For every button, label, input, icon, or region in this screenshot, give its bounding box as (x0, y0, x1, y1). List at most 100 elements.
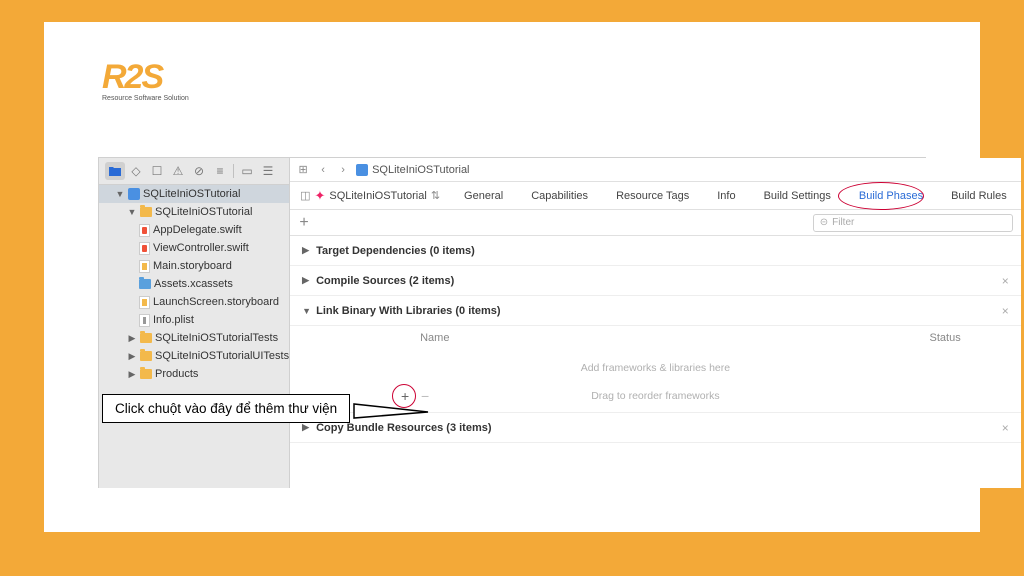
tree-file[interactable]: Info.plist (99, 311, 289, 329)
tree-label: Info.plist (153, 314, 194, 326)
tab-build-rules[interactable]: Build Rules (937, 182, 1021, 210)
chevron-updown-icon: ⇅ (431, 189, 440, 202)
tree-label: SQLiteIniOSTutorialTests (155, 332, 278, 344)
tree-group[interactable]: ▶ SQLiteIniOSTutorialTests (99, 329, 289, 347)
source-control-icon[interactable]: ◇ (126, 162, 146, 180)
add-library-button[interactable]: + (396, 388, 414, 404)
libraries-header: Name Status (290, 326, 1021, 350)
project-navigator: ◇ ☐ ⚠ ⊘ ≡ ▭ ☰ ▼ SQLiteIniOSTutorial ▼ SQLi… (99, 158, 290, 488)
tree-file[interactable]: Main.storyboard (99, 257, 289, 275)
tab-label: Build Phases (859, 190, 923, 202)
swift-file-icon (139, 242, 150, 255)
phase-label: Compile Sources (2 items) (316, 275, 454, 287)
callout-pointer (354, 404, 429, 418)
filter-placeholder: Filter (832, 217, 854, 228)
debug-nav-icon[interactable]: ▭ (237, 162, 257, 180)
navigator-toolbar: ◇ ☐ ⚠ ⊘ ≡ ▭ ☰ (99, 158, 289, 185)
tree-label: SQLiteIniOSTutorial (155, 206, 252, 218)
tree-group[interactable]: ▶ SQLiteIniOSTutorialUITests (99, 347, 289, 365)
disclosure-icon: ▼ (127, 207, 137, 217)
storyboard-icon (139, 260, 150, 273)
tree-label: SQLiteIniOSTutorialUITests (155, 350, 289, 362)
tree-file[interactable]: ViewController.swift (99, 239, 289, 257)
disclosure-icon: ▶ (127, 369, 137, 380)
remove-phase-icon[interactable]: × (1002, 274, 1009, 288)
storyboard-icon (139, 296, 150, 309)
remove-phase-icon[interactable]: × (1002, 421, 1009, 435)
disclosure-icon: ▶ (127, 351, 137, 362)
breadcrumb-item[interactable]: SQLiteIniOSTutorial (356, 164, 469, 176)
report-nav-icon[interactable]: ☰ (258, 162, 278, 180)
disclosure-icon: ▼ (302, 306, 316, 316)
disclosure-icon: ▶ (127, 333, 137, 344)
tree-file[interactable]: Assets.xcassets (99, 275, 289, 293)
tab-info[interactable]: Info (703, 182, 749, 210)
tree-label: ViewController.swift (153, 242, 249, 254)
symbol-nav-icon[interactable]: ☐ (147, 162, 167, 180)
tree-label: Main.storyboard (153, 260, 232, 272)
column-status: Status (930, 332, 961, 344)
tree-label: Products (155, 368, 198, 380)
tab-label: Build Rules (951, 190, 1007, 202)
related-items-icon[interactable]: ⊞ (296, 163, 310, 176)
link-binary-body: Name Status Add frameworks & libraries h… (290, 326, 1021, 413)
phase-label: Target Dependencies (0 items) (316, 245, 475, 257)
disclosure-icon: ▶ (302, 275, 316, 286)
tree-label: AppDelegate.swift (153, 224, 242, 236)
toolbar-separator (233, 164, 234, 178)
forward-icon[interactable]: › (336, 164, 350, 176)
tree-label: LaunchScreen.storyboard (153, 296, 279, 308)
logo-subtitle: Resource Software Solution (102, 95, 189, 102)
tab-label: Build Settings (764, 190, 831, 202)
tree-label: SQLiteIniOSTutorial (143, 188, 240, 200)
r2s-logo: R2S Resource Software Solution (102, 58, 189, 102)
phase-filter-bar: + ⊝ Filter (290, 210, 1021, 236)
plist-icon (139, 314, 150, 327)
project-tabs: ◫ ✦ SQLiteIniOSTutorial ⇅ General Capabi… (290, 182, 1021, 210)
target-selector[interactable]: ◫ ✦ SQLiteIniOSTutorial ⇅ (290, 188, 450, 204)
remove-library-button[interactable]: − (416, 388, 434, 404)
targets-toggle-icon: ◫ (300, 189, 310, 202)
breadcrumb: ⊞ ‹ › SQLiteIniOSTutorial (290, 158, 1021, 182)
disclosure-icon: ▶ (302, 245, 316, 256)
folder-nav-icon[interactable] (105, 162, 125, 180)
tab-build-phases[interactable]: Build Phases (845, 182, 937, 210)
editor-area: ⊞ ‹ › SQLiteIniOSTutorial ◫ ✦ SQLiteIniO… (290, 158, 1021, 488)
logo-text: R2S (102, 58, 189, 97)
breadcrumb-label: SQLiteIniOSTutorial (372, 164, 469, 176)
test-nav-icon[interactable]: ≡ (210, 162, 230, 180)
assets-icon (139, 279, 151, 289)
tab-general[interactable]: General (450, 182, 517, 210)
folder-icon (140, 351, 152, 361)
filter-field[interactable]: ⊝ Filter (813, 214, 1013, 232)
target-label: SQLiteIniOSTutorial (329, 190, 426, 202)
phase-compile-sources[interactable]: ▶Compile Sources (2 items) × (290, 266, 1021, 296)
issue-nav-icon[interactable]: ⊘ (189, 162, 209, 180)
tutorial-callout: Click chuột vào đây để thêm thư viện (102, 394, 350, 423)
build-phases-list: ▶Target Dependencies (0 items) ▶Compile … (290, 236, 1021, 488)
tab-build-settings[interactable]: Build Settings (750, 182, 845, 210)
folder-icon (140, 333, 152, 343)
tab-label: Info (717, 190, 735, 202)
tree-file[interactable]: AppDelegate.swift (99, 221, 289, 239)
remove-phase-icon[interactable]: × (1002, 304, 1009, 318)
folder-icon (140, 207, 152, 217)
project-icon (356, 164, 368, 176)
project-root[interactable]: ▼ SQLiteIniOSTutorial (99, 185, 289, 203)
disclosure-icon: ▼ (115, 189, 125, 199)
tree-group[interactable]: ▼ SQLiteIniOSTutorial (99, 203, 289, 221)
phase-link-binary[interactable]: ▼Link Binary With Libraries (0 items) × (290, 296, 1021, 326)
back-icon[interactable]: ‹ (316, 164, 330, 176)
tab-resource-tags[interactable]: Resource Tags (602, 182, 703, 210)
phase-label: Link Binary With Libraries (0 items) (316, 305, 501, 317)
add-phase-button[interactable]: + (290, 214, 318, 232)
tree-label: Assets.xcassets (154, 278, 233, 290)
tab-label: Resource Tags (616, 190, 689, 202)
find-nav-icon[interactable]: ⚠ (168, 162, 188, 180)
target-app-icon: ✦ (315, 188, 326, 204)
tree-group[interactable]: ▶ Products (99, 365, 289, 383)
phase-target-dependencies[interactable]: ▶Target Dependencies (0 items) (290, 236, 1021, 266)
tab-label: General (464, 190, 503, 202)
tab-capabilities[interactable]: Capabilities (517, 182, 602, 210)
tree-file[interactable]: LaunchScreen.storyboard (99, 293, 289, 311)
